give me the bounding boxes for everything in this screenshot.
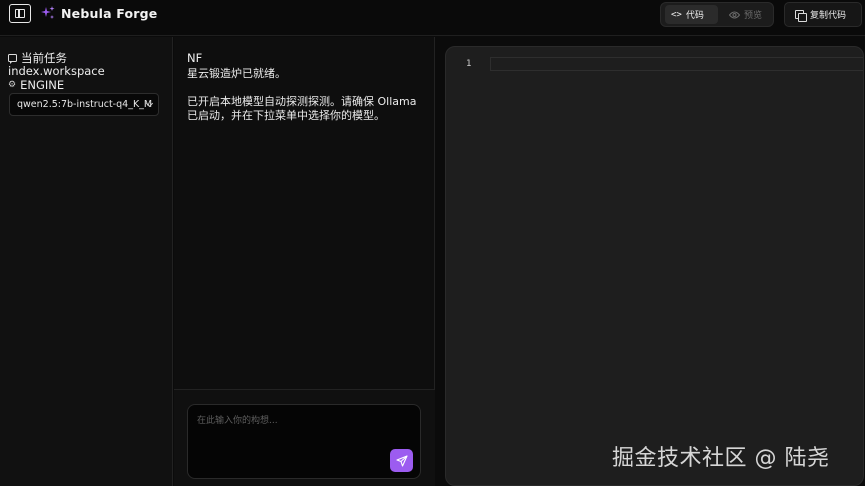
chat-panel: NF 星云锻造炉已就绪。 已开启本地模型自动探测探测。请确保 Ollama 已启… — [174, 37, 435, 486]
code-tab-label: 代码 — [685, 11, 704, 21]
chat-input-area: 在此输入你的构想... — [174, 390, 435, 486]
prompt-input[interactable]: 在此输入你的构想... — [187, 404, 421, 479]
app-window: Nebula Forge <> 代码 预览 复制代码 当前任务 index.wo… — [0, 0, 865, 486]
sparkles-icon — [41, 6, 55, 19]
send-icon — [395, 454, 408, 467]
send-button[interactable] — [390, 449, 413, 472]
top-header: Nebula Forge <> 代码 预览 复制代码 — [0, 0, 865, 36]
code-editor[interactable]: 1 — [445, 46, 864, 486]
current-line-highlight — [490, 57, 863, 71]
code-icon: <> — [671, 9, 682, 20]
view-toggle: <> 代码 预览 — [660, 2, 774, 27]
message-line-3: 已启动，并在下拉菜单中选择你的模型。 — [187, 109, 385, 122]
watermark: 掘金技术社区 @ 陆尧 — [612, 446, 830, 471]
gear-icon: ⚙ — [8, 80, 17, 90]
brand-title: Nebula Forge — [61, 6, 158, 21]
eye-icon — [729, 11, 740, 18]
engine-row: ⚙ ENGINE — [8, 78, 64, 92]
copy-icon — [795, 9, 807, 22]
editor-panel: 1 — [436, 37, 865, 486]
code-tab-button[interactable]: <> 代码 — [665, 5, 718, 24]
line-number: 1 — [466, 59, 472, 69]
engine-label: ENGINE — [20, 78, 65, 92]
copy-code-button[interactable]: 复制代码 — [784, 2, 862, 27]
message-icon — [8, 54, 17, 64]
prompt-placeholder: 在此输入你的构想... — [197, 416, 278, 426]
app-logo-icon — [9, 4, 31, 23]
model-select-value: qwen2.5:7b-instruct-q4_K_M — [17, 99, 153, 110]
preview-tab-button[interactable]: 预览 — [723, 5, 771, 24]
message-sender: NF — [187, 51, 203, 65]
model-select[interactable]: qwen2.5:7b-instruct-q4_K_M — [9, 93, 159, 116]
message-line-1: 星云锻造炉已就绪。 — [187, 67, 286, 80]
workspace-name: index.workspace — [8, 64, 105, 78]
copy-code-label: 复制代码 — [810, 11, 847, 21]
preview-tab-label: 预览 — [744, 11, 763, 21]
sidebar: 当前任务 index.workspace ⚙ ENGINE qwen2.5:7b… — [0, 37, 173, 486]
